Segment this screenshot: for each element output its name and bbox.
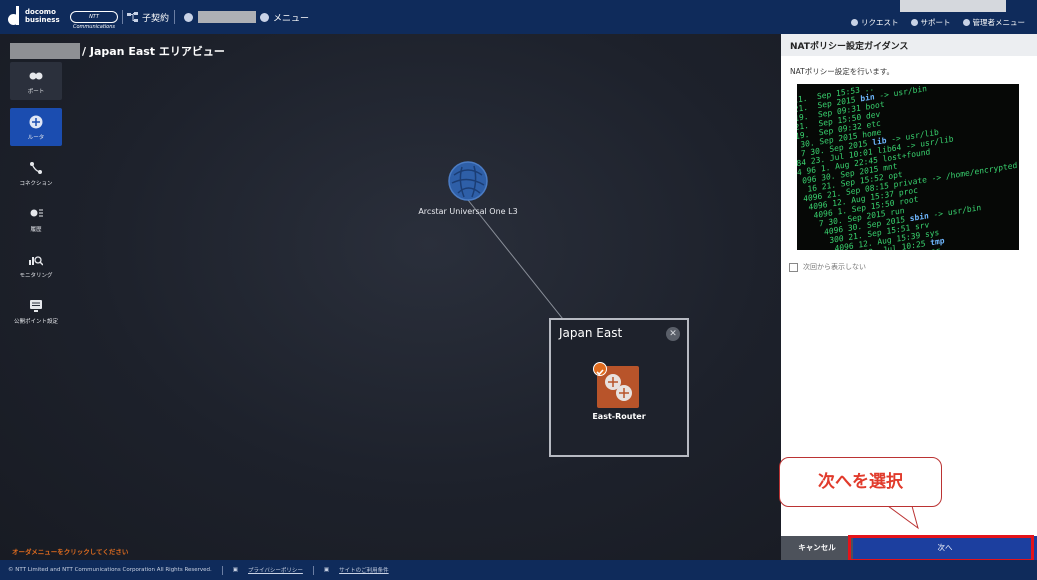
router-label: East-Router: [592, 412, 646, 421]
sidebar-item-port[interactable]: ポート: [10, 62, 62, 100]
left-sidebar: ポート ルータ コネクション 履歴 モニタリング 公開ポイント設定: [10, 62, 62, 338]
divider: [221, 565, 223, 575]
history-icon: [30, 209, 43, 217]
terminal-image: 11. Sep 15:53 .. 21. Sep 2015 bin -> usr…: [797, 84, 1019, 250]
top-bar: docomo business NTT Communications 子契約 メ…: [0, 0, 1037, 34]
document-icon: ▣: [232, 567, 238, 573]
panel-title: NATポリシー設定ガイダンス: [781, 34, 1037, 56]
logo-line1: docomo: [25, 8, 56, 16]
region-title: Japan East: [559, 326, 623, 340]
sidebar-label-router: ルータ: [27, 135, 45, 141]
hierarchy-icon: [127, 12, 138, 22]
ntt-communications-logo: NTT Communications: [70, 11, 118, 30]
instruction-callout: 次へを選択: [779, 457, 942, 507]
connection-icon: [30, 162, 42, 174]
tenant-name-redacted: [198, 11, 256, 23]
close-icon[interactable]: ✕: [666, 327, 680, 341]
sidebar-label-public-point: 公開ポイント設定: [13, 319, 58, 325]
sidebar-label-monitoring: モニタリング: [19, 273, 53, 279]
logo-line2: business: [25, 16, 60, 24]
sidebar-item-connection[interactable]: コネクション: [10, 154, 62, 192]
sidebar-item-monitoring[interactable]: モニタリング: [10, 246, 62, 284]
sidebar-label-history: 履歴: [30, 227, 42, 233]
divider: [122, 10, 123, 24]
sidebar-item-public-point[interactable]: 公開ポイント設定: [10, 292, 62, 330]
breadcrumb: / Japan East エリアビュー: [10, 43, 225, 59]
menu-label: メニュー: [273, 14, 310, 24]
menu-circle-icon: [260, 13, 269, 22]
copyright-text: © NTT Limited and NTT Communications Cor…: [8, 567, 212, 573]
top-right-box: [900, 0, 1006, 12]
contract-menu[interactable]: 子契約: [127, 11, 169, 24]
bell-icon: [851, 19, 858, 26]
sidebar-item-router[interactable]: ルータ: [10, 108, 62, 146]
dont-show-label: 次回から表示しない: [803, 263, 866, 271]
next-button-highlight: [848, 535, 1034, 562]
document-icon: ▣: [323, 567, 330, 573]
public-point-icon: [30, 300, 42, 312]
sidebar-label-port: ポート: [27, 89, 45, 95]
tenant-selector[interactable]: [184, 11, 256, 23]
divider: [312, 565, 314, 575]
docomo-d-icon: [8, 6, 22, 26]
order-menu-hint: オーダメニューをクリックしてください: [12, 548, 129, 556]
sidebar-item-history[interactable]: 履歴: [10, 200, 62, 238]
support-icon: [910, 19, 918, 26]
request-link[interactable]: リクエスト: [851, 17, 899, 28]
breadcrumb-redacted[interactable]: [10, 43, 80, 59]
privacy-policy-link[interactable]: プライバシーポリシー: [248, 566, 303, 574]
breadcrumb-current: / Japan East エリアビュー: [82, 45, 225, 58]
monitoring-icon: [29, 256, 43, 266]
dont-show-again[interactable]: 次回から表示しない: [789, 262, 866, 272]
footer: © NTT Limited and NTT Communications Cor…: [0, 560, 1037, 580]
gear-icon: [962, 19, 970, 26]
request-label: リクエスト: [861, 18, 899, 27]
admin-menu-link[interactable]: 管理者メニュー: [962, 17, 1026, 28]
panel-description: NATポリシー設定を行います。: [790, 67, 894, 76]
dont-show-checkbox[interactable]: [789, 262, 798, 272]
support-link[interactable]: サポート: [910, 17, 951, 28]
sidebar-label-connection: コネクション: [19, 181, 53, 187]
router-icon: [29, 115, 43, 129]
port-icon: [29, 72, 43, 80]
check-circle-icon: [184, 12, 193, 22]
contract-label: 子契約: [142, 14, 170, 24]
terms-link[interactable]: サイトのご利用条件: [339, 566, 389, 574]
globe-network-icon[interactable]: [448, 161, 488, 201]
support-label: サポート: [920, 18, 951, 27]
header-links: リクエスト サポート 管理者メニュー: [851, 17, 1025, 28]
admin-menu-label: 管理者メニュー: [972, 18, 1026, 27]
globe-node-label: Arcstar Universal One L3: [418, 207, 518, 216]
check-icon: [593, 362, 607, 376]
cancel-button[interactable]: キャンセル: [781, 536, 853, 560]
docomo-business-logo[interactable]: docomo business: [8, 6, 60, 26]
topology-canvas[interactable]: [0, 34, 781, 560]
menu-button[interactable]: メニュー: [260, 11, 309, 24]
divider: [174, 10, 175, 24]
